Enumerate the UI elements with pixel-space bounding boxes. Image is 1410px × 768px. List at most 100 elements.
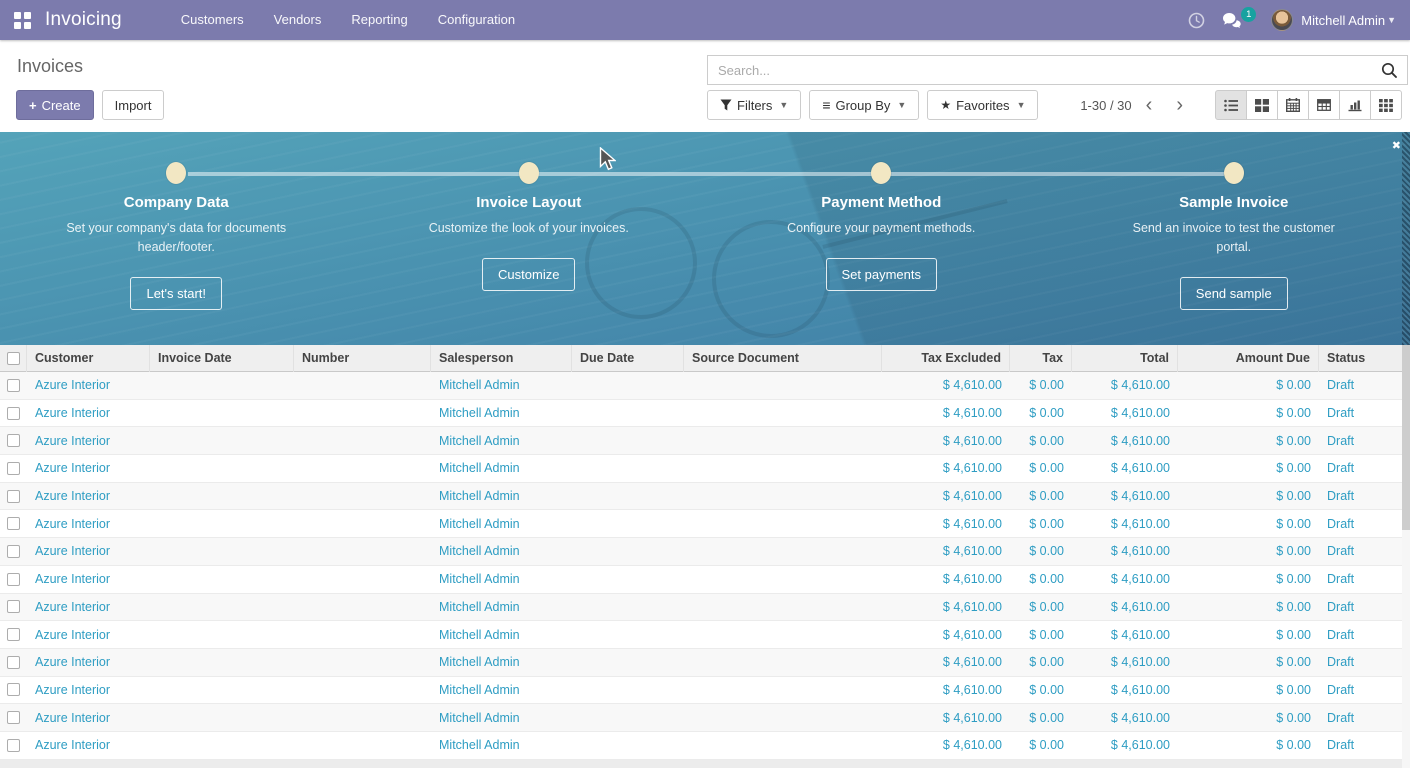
step-action-button[interactable]: Send sample bbox=[1180, 277, 1288, 310]
step-action-button[interactable]: Set payments bbox=[826, 258, 938, 291]
row-checkbox[interactable] bbox=[7, 545, 20, 558]
row-checkbox[interactable] bbox=[7, 517, 20, 530]
create-button[interactable]: + Create bbox=[16, 90, 94, 120]
menu-vendors[interactable]: Vendors bbox=[259, 0, 337, 40]
column-header-tax_excluded[interactable]: Tax Excluded bbox=[882, 345, 1010, 372]
plus-icon: + bbox=[29, 98, 37, 113]
activities-clock-icon[interactable] bbox=[1188, 12, 1205, 29]
cell-total: $ 4,610.00 bbox=[1072, 628, 1178, 642]
row-checkbox[interactable] bbox=[7, 711, 20, 724]
list-view-button[interactable] bbox=[1215, 90, 1247, 120]
table-row[interactable]: Azure InteriorMitchell Admin$ 4,610.00$ … bbox=[0, 483, 1410, 511]
cell-salesperson: Mitchell Admin bbox=[431, 434, 572, 448]
row-checkbox[interactable] bbox=[7, 407, 20, 420]
row-checkbox[interactable] bbox=[7, 628, 20, 641]
pager-next-icon[interactable]: › bbox=[1166, 91, 1193, 119]
cell-customer: Azure Interior bbox=[27, 517, 150, 531]
table-row[interactable]: Azure InteriorMitchell Admin$ 4,610.00$ … bbox=[0, 732, 1410, 760]
table-header-row: CustomerInvoice DateNumberSalespersonDue… bbox=[0, 345, 1410, 372]
cell-status: Draft bbox=[1319, 461, 1402, 475]
table-row[interactable]: Azure InteriorMitchell Admin$ 4,610.00$ … bbox=[0, 455, 1410, 483]
cell-tax_excluded: $ 4,610.00 bbox=[882, 683, 1010, 697]
table-row[interactable]: Azure InteriorMitchell Admin$ 4,610.00$ … bbox=[0, 510, 1410, 538]
favorites-button[interactable]: ★ Favorites▼ bbox=[927, 90, 1038, 120]
step-action-button[interactable]: Customize bbox=[482, 258, 575, 291]
close-icon[interactable]: ✖ bbox=[1392, 139, 1401, 152]
menu-customers[interactable]: Customers bbox=[166, 0, 259, 40]
table-row[interactable]: Azure InteriorMitchell Admin$ 4,610.00$ … bbox=[0, 677, 1410, 705]
table-row[interactable]: Azure InteriorMitchell Admin$ 4,610.00$ … bbox=[0, 372, 1410, 400]
scrollbar-thumb[interactable] bbox=[1402, 345, 1410, 530]
control-panel: Invoices + Create Import Filters▼ ≡ Grou… bbox=[0, 40, 1410, 132]
import-button[interactable]: Import bbox=[102, 90, 165, 120]
row-checkbox[interactable] bbox=[7, 739, 20, 752]
table-row[interactable]: Azure InteriorMitchell Admin$ 4,610.00$ … bbox=[0, 566, 1410, 594]
cell-total: $ 4,610.00 bbox=[1072, 378, 1178, 392]
cell-tax_excluded: $ 4,610.00 bbox=[882, 572, 1010, 586]
cell-status: Draft bbox=[1319, 517, 1402, 531]
step-title: Sample Invoice bbox=[1058, 194, 1410, 211]
cell-amount_due: $ 0.00 bbox=[1178, 544, 1319, 558]
pager-previous-icon[interactable]: ‹ bbox=[1136, 91, 1163, 119]
table-row[interactable]: Azure InteriorMitchell Admin$ 4,610.00$ … bbox=[0, 594, 1410, 622]
row-checkbox[interactable] bbox=[7, 656, 20, 669]
messages-icon[interactable]: 1 bbox=[1222, 12, 1244, 28]
table-row[interactable]: Azure InteriorMitchell Admin$ 4,610.00$ … bbox=[0, 621, 1410, 649]
row-checkbox[interactable] bbox=[7, 462, 20, 475]
cell-salesperson: Mitchell Admin bbox=[431, 517, 572, 531]
graph-view-button[interactable] bbox=[1339, 90, 1371, 120]
cell-total: $ 4,610.00 bbox=[1072, 544, 1178, 558]
menu-reporting[interactable]: Reporting bbox=[336, 0, 422, 40]
activity-view-button[interactable] bbox=[1370, 90, 1402, 120]
row-checkbox[interactable] bbox=[7, 600, 20, 613]
table-row[interactable]: Azure InteriorMitchell Admin$ 4,610.00$ … bbox=[0, 649, 1410, 677]
column-header-source_document[interactable]: Source Document bbox=[684, 345, 882, 372]
search-input[interactable] bbox=[708, 63, 1381, 78]
step-action-button[interactable]: Let's start! bbox=[130, 277, 222, 310]
cell-customer: Azure Interior bbox=[27, 378, 150, 392]
row-checkbox[interactable] bbox=[7, 573, 20, 586]
cell-amount_due: $ 0.00 bbox=[1178, 683, 1319, 697]
calendar-view-button[interactable] bbox=[1277, 90, 1309, 120]
pivot-view-button[interactable] bbox=[1308, 90, 1340, 120]
cell-amount_due: $ 0.00 bbox=[1178, 378, 1319, 392]
apps-menu-icon[interactable] bbox=[14, 12, 31, 29]
cell-tax: $ 0.00 bbox=[1010, 434, 1072, 448]
column-header-customer[interactable]: Customer bbox=[27, 345, 150, 372]
row-checkbox[interactable] bbox=[7, 379, 20, 392]
cell-customer: Azure Interior bbox=[27, 489, 150, 503]
table-row[interactable]: Azure InteriorMitchell Admin$ 4,610.00$ … bbox=[0, 427, 1410, 455]
cell-salesperson: Mitchell Admin bbox=[431, 628, 572, 642]
scrollbar-track[interactable] bbox=[1402, 345, 1410, 768]
cell-amount_due: $ 0.00 bbox=[1178, 628, 1319, 642]
table-row[interactable]: Azure InteriorMitchell Admin$ 4,610.00$ … bbox=[0, 538, 1410, 566]
column-header-number[interactable]: Number bbox=[294, 345, 431, 372]
column-header-salesperson[interactable]: Salesperson bbox=[431, 345, 572, 372]
group-by-button[interactable]: ≡ Group By▼ bbox=[809, 90, 919, 120]
kanban-view-button[interactable] bbox=[1246, 90, 1278, 120]
cell-total: $ 4,610.00 bbox=[1072, 489, 1178, 503]
table-row[interactable]: Azure InteriorMitchell Admin$ 4,610.00$ … bbox=[0, 704, 1410, 732]
menu-configuration[interactable]: Configuration bbox=[423, 0, 530, 40]
column-header-total[interactable]: Total bbox=[1072, 345, 1178, 372]
column-header-tax[interactable]: Tax bbox=[1010, 345, 1072, 372]
row-checkbox[interactable] bbox=[7, 490, 20, 503]
row-checkbox[interactable] bbox=[7, 683, 20, 696]
step-description: Customize the look of your invoices. bbox=[413, 219, 645, 238]
filters-button[interactable]: Filters▼ bbox=[707, 90, 801, 120]
cell-tax: $ 0.00 bbox=[1010, 628, 1072, 642]
table-row[interactable]: Azure InteriorMitchell Admin$ 4,610.00$ … bbox=[0, 400, 1410, 428]
user-menu[interactable]: Mitchell Admin ▼ bbox=[1271, 9, 1396, 31]
cell-amount_due: $ 0.00 bbox=[1178, 434, 1319, 448]
column-header-invoice_date[interactable]: Invoice Date bbox=[150, 345, 294, 372]
cell-tax: $ 0.00 bbox=[1010, 489, 1072, 503]
row-checkbox[interactable] bbox=[7, 434, 20, 447]
cell-status: Draft bbox=[1319, 489, 1402, 503]
column-header-due_date[interactable]: Due Date bbox=[572, 345, 684, 372]
column-header-status[interactable]: Status bbox=[1319, 345, 1402, 372]
select-all-checkbox[interactable] bbox=[7, 352, 20, 365]
cell-tax_excluded: $ 4,610.00 bbox=[882, 655, 1010, 669]
search-icon[interactable] bbox=[1381, 62, 1398, 79]
step-title: Company Data bbox=[0, 194, 353, 211]
column-header-amount_due[interactable]: Amount Due bbox=[1178, 345, 1319, 372]
